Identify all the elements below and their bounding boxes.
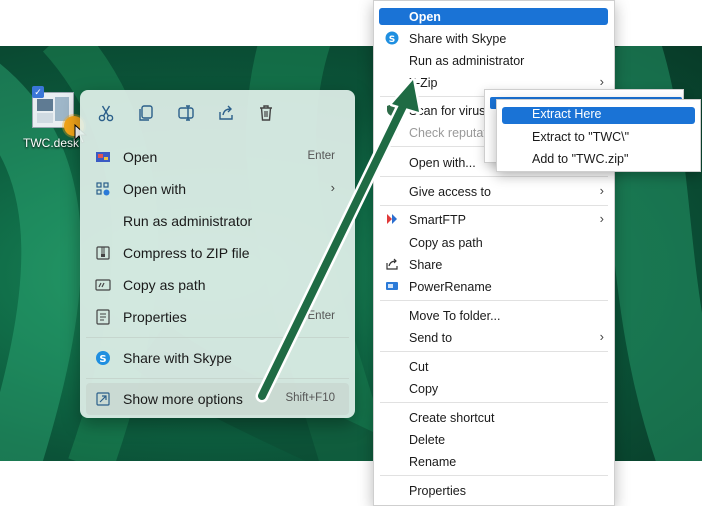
screenshot-stage: ✓ TWC.desk Open Enter Open with › Run as…	[0, 0, 702, 506]
annotation-arrow-icon	[255, 77, 422, 403]
